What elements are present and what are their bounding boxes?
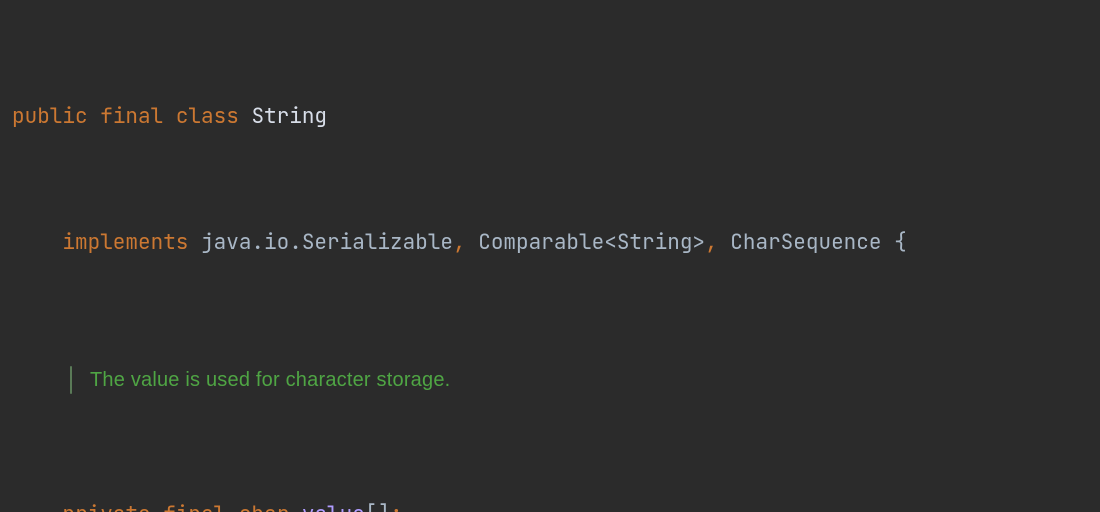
keyword-implements: implements <box>62 229 188 256</box>
comma: , <box>453 229 466 256</box>
javadoc-text: The value is used for character storage. <box>90 365 450 395</box>
brace-open: { <box>894 229 907 256</box>
code-line: implements java.io.Serializable, Compara… <box>12 227 1088 259</box>
field-identifier: value <box>302 501 365 512</box>
keyword-final: final <box>100 103 163 130</box>
type-ref: Comparable<String> <box>478 229 705 256</box>
brackets: [] <box>365 501 390 512</box>
class-name: String <box>251 103 327 130</box>
code-editor[interactable]: public final class String implements jav… <box>0 0 1100 512</box>
indent <box>12 229 62 256</box>
type-ref: CharSequence <box>730 229 881 256</box>
rendered-javadoc: The value is used for character storage. <box>12 365 1088 395</box>
keyword-final: final <box>163 501 226 512</box>
semicolon: ; <box>390 501 403 512</box>
keyword-class: class <box>176 103 239 130</box>
keyword-private: private <box>62 501 150 512</box>
type-ref: java.io.Serializable <box>201 229 453 256</box>
comma: , <box>705 229 718 256</box>
indent <box>12 501 62 512</box>
keyword-public: public <box>12 103 88 130</box>
doc-gutter-bar-icon <box>70 366 72 394</box>
keyword-char: char <box>239 501 289 512</box>
code-line: private final char value[]; <box>12 499 1088 512</box>
code-line: public final class String <box>12 101 1088 133</box>
